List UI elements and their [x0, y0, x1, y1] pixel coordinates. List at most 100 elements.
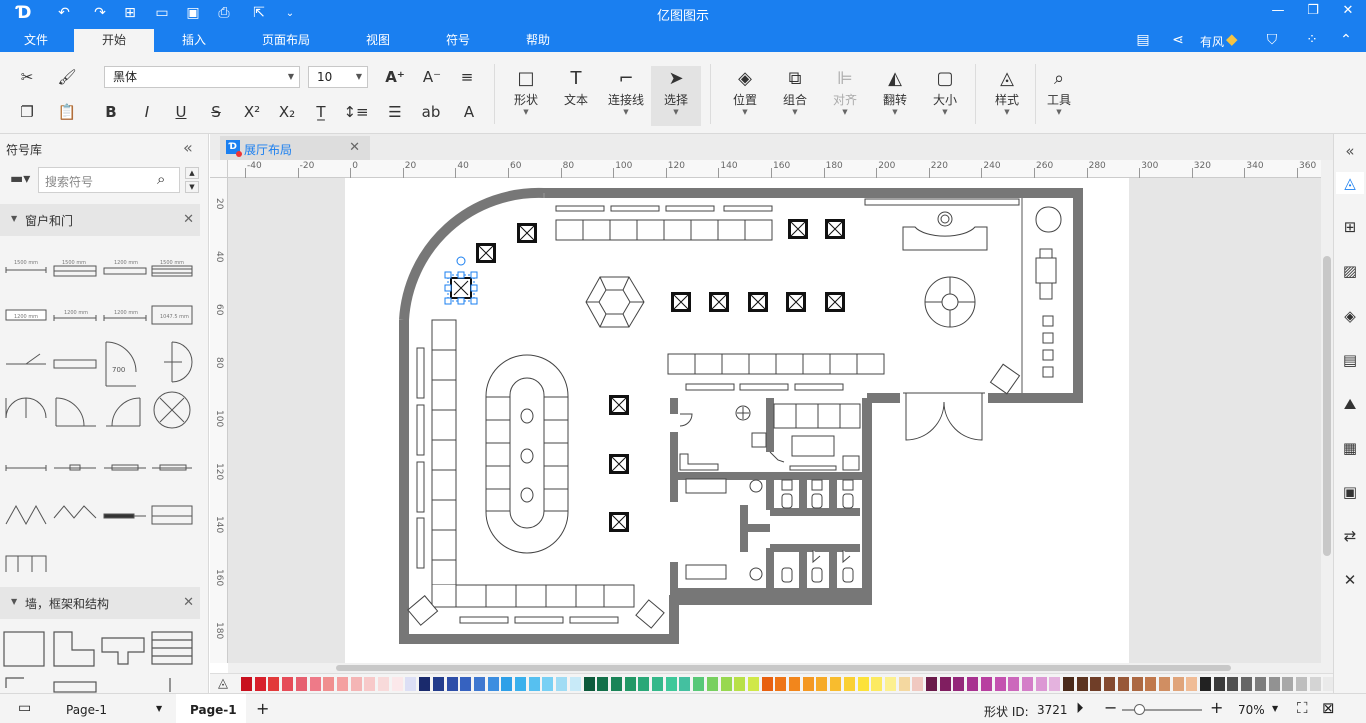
- color-swatch[interactable]: [926, 677, 937, 691]
- text-case-icon[interactable]: T̲: [310, 101, 332, 123]
- close-section-icon[interactable]: ✕: [183, 212, 194, 227]
- color-swatch[interactable]: [1254, 677, 1266, 691]
- color-swatch[interactable]: [871, 677, 883, 691]
- data-panel-icon[interactable]: ▣: [1339, 481, 1361, 503]
- vip-diamond-icon[interactable]: ◆: [1226, 30, 1246, 48]
- color-swatch[interactable]: [898, 677, 910, 691]
- connector-button[interactable]: ⌐ 连接线 ▼: [603, 66, 649, 126]
- add-page-icon[interactable]: +: [256, 699, 269, 718]
- color-swatch[interactable]: [378, 677, 389, 691]
- zoom-level[interactable]: 70%: [1238, 703, 1265, 717]
- vertical-scrollbar[interactable]: [1321, 160, 1333, 663]
- color-swatch[interactable]: [843, 677, 855, 691]
- symbol-door-700[interactable]: 700: [105, 341, 137, 387]
- color-swatch[interactable]: [391, 677, 403, 691]
- color-swatch[interactable]: [1145, 677, 1157, 691]
- symbol-wall-rect[interactable]: [3, 631, 45, 667]
- symbol-wall-l[interactable]: [53, 631, 95, 667]
- symbol-door-left[interactable]: [55, 397, 96, 427]
- color-swatch[interactable]: [405, 677, 417, 691]
- color-swatch[interactable]: [1200, 677, 1211, 691]
- color-swatch[interactable]: [967, 677, 979, 691]
- group-button[interactable]: ⧉ 组合 ▼: [772, 66, 818, 126]
- bullet-list-icon[interactable]: ☰: [384, 101, 406, 123]
- symbol-wall-6[interactable]: [53, 681, 97, 693]
- symbol-opening-2[interactable]: 1200 mm: [103, 310, 147, 321]
- font-color-icon[interactable]: A: [458, 101, 480, 123]
- color-swatch[interactable]: [994, 677, 1006, 691]
- tab-page-layout[interactable]: 页面布局: [246, 29, 326, 52]
- align-button[interactable]: ⊫ 对齐 ▼: [822, 66, 868, 126]
- vertical-scroll-thumb[interactable]: [1323, 256, 1331, 556]
- color-swatch[interactable]: [1008, 677, 1020, 691]
- color-swatch[interactable]: [309, 677, 321, 691]
- style-button[interactable]: ◬ 样式 ▼: [984, 66, 1030, 126]
- superscript-icon[interactable]: X²: [241, 101, 263, 123]
- tab-help[interactable]: 帮助: [508, 29, 568, 52]
- color-swatch[interactable]: [1241, 677, 1253, 691]
- paste-icon[interactable]: 📋: [56, 101, 78, 123]
- restore-icon[interactable]: ❐: [1303, 3, 1323, 21]
- position-button[interactable]: ◈ 位置 ▼: [722, 66, 768, 126]
- search-icon[interactable]: ⌕: [157, 170, 165, 188]
- color-swatch[interactable]: [720, 677, 732, 691]
- copy-icon[interactable]: ❐: [16, 101, 38, 123]
- subscript-icon[interactable]: X₂: [276, 101, 298, 123]
- symbol-door-rect[interactable]: [151, 505, 193, 525]
- scroll-up-icon[interactable]: ▲: [185, 167, 199, 179]
- symbol-opening-1[interactable]: 1200 mm: [53, 310, 97, 321]
- text-align-icon[interactable]: ≡: [456, 66, 478, 88]
- color-swatch[interactable]: [268, 677, 280, 691]
- page-view-icon[interactable]: ▭: [18, 700, 31, 716]
- color-swatch[interactable]: [364, 677, 376, 691]
- color-swatch[interactable]: [734, 677, 746, 691]
- color-swatch[interactable]: [912, 677, 924, 691]
- color-swatch[interactable]: [1158, 677, 1170, 691]
- color-swatch[interactable]: [569, 677, 581, 691]
- symbol-window-triple[interactable]: 1500 mm: [151, 260, 193, 277]
- symbol-door-sliding[interactable]: [53, 359, 97, 369]
- color-swatch[interactable]: [515, 677, 526, 691]
- symbol-door-swing[interactable]: [6, 353, 46, 365]
- color-swatch[interactable]: [789, 677, 800, 691]
- horizontal-scroll-thumb[interactable]: [336, 665, 1231, 671]
- color-swatch[interactable]: [432, 677, 444, 691]
- color-swatch[interactable]: [706, 677, 718, 691]
- page-panel-icon[interactable]: ▤: [1339, 349, 1361, 371]
- color-swatch[interactable]: [652, 677, 663, 691]
- symbol-window-1500[interactable]: 1500 mm: [5, 260, 47, 273]
- color-swatch[interactable]: [665, 677, 677, 691]
- color-swatch[interactable]: [693, 677, 705, 691]
- bold-icon[interactable]: B: [100, 101, 122, 123]
- fit-page-icon[interactable]: ⛶: [1297, 699, 1308, 717]
- color-swatch[interactable]: [1035, 677, 1047, 691]
- color-swatch[interactable]: [487, 677, 499, 691]
- color-swatch[interactable]: [473, 677, 485, 691]
- attachment-panel-icon[interactable]: ⇄: [1339, 525, 1361, 547]
- font-size-select[interactable]: 10 ▼: [308, 66, 368, 88]
- select-button[interactable]: ➤ 选择 ▼: [651, 66, 701, 126]
- tools-button[interactable]: ⌕ 工具 ▼: [1036, 66, 1082, 126]
- selected-shape[interactable]: [444, 256, 478, 305]
- horizontal-scrollbar[interactable]: [228, 663, 1333, 673]
- color-swatch[interactable]: [241, 677, 252, 691]
- color-swatch[interactable]: [857, 677, 869, 691]
- comment-icon[interactable]: ▤: [1133, 31, 1153, 49]
- page-tab[interactable]: Page-1: [176, 694, 246, 723]
- chart-panel-icon[interactable]: ⛰: [1339, 393, 1361, 415]
- color-swatch[interactable]: [295, 677, 307, 691]
- display-counters[interactable]: [407, 198, 1020, 629]
- color-swatch[interactable]: [556, 677, 568, 691]
- expand-right-panel-icon[interactable]: «: [1339, 140, 1361, 162]
- symbol-door-right[interactable]: [106, 397, 141, 427]
- text-style-icon[interactable]: ab: [420, 101, 442, 123]
- apps-icon[interactable]: ⁘: [1304, 31, 1320, 49]
- symbol-window-1200[interactable]: 1200 mm: [103, 260, 147, 275]
- color-swatch[interactable]: [679, 677, 691, 691]
- color-swatch[interactable]: [1090, 677, 1102, 691]
- color-swatch[interactable]: [501, 677, 513, 691]
- layers-panel-icon[interactable]: ◈: [1339, 305, 1361, 327]
- tab-home[interactable]: 开始: [74, 29, 154, 52]
- color-swatch[interactable]: [1104, 677, 1116, 691]
- color-swatch[interactable]: [1117, 677, 1129, 691]
